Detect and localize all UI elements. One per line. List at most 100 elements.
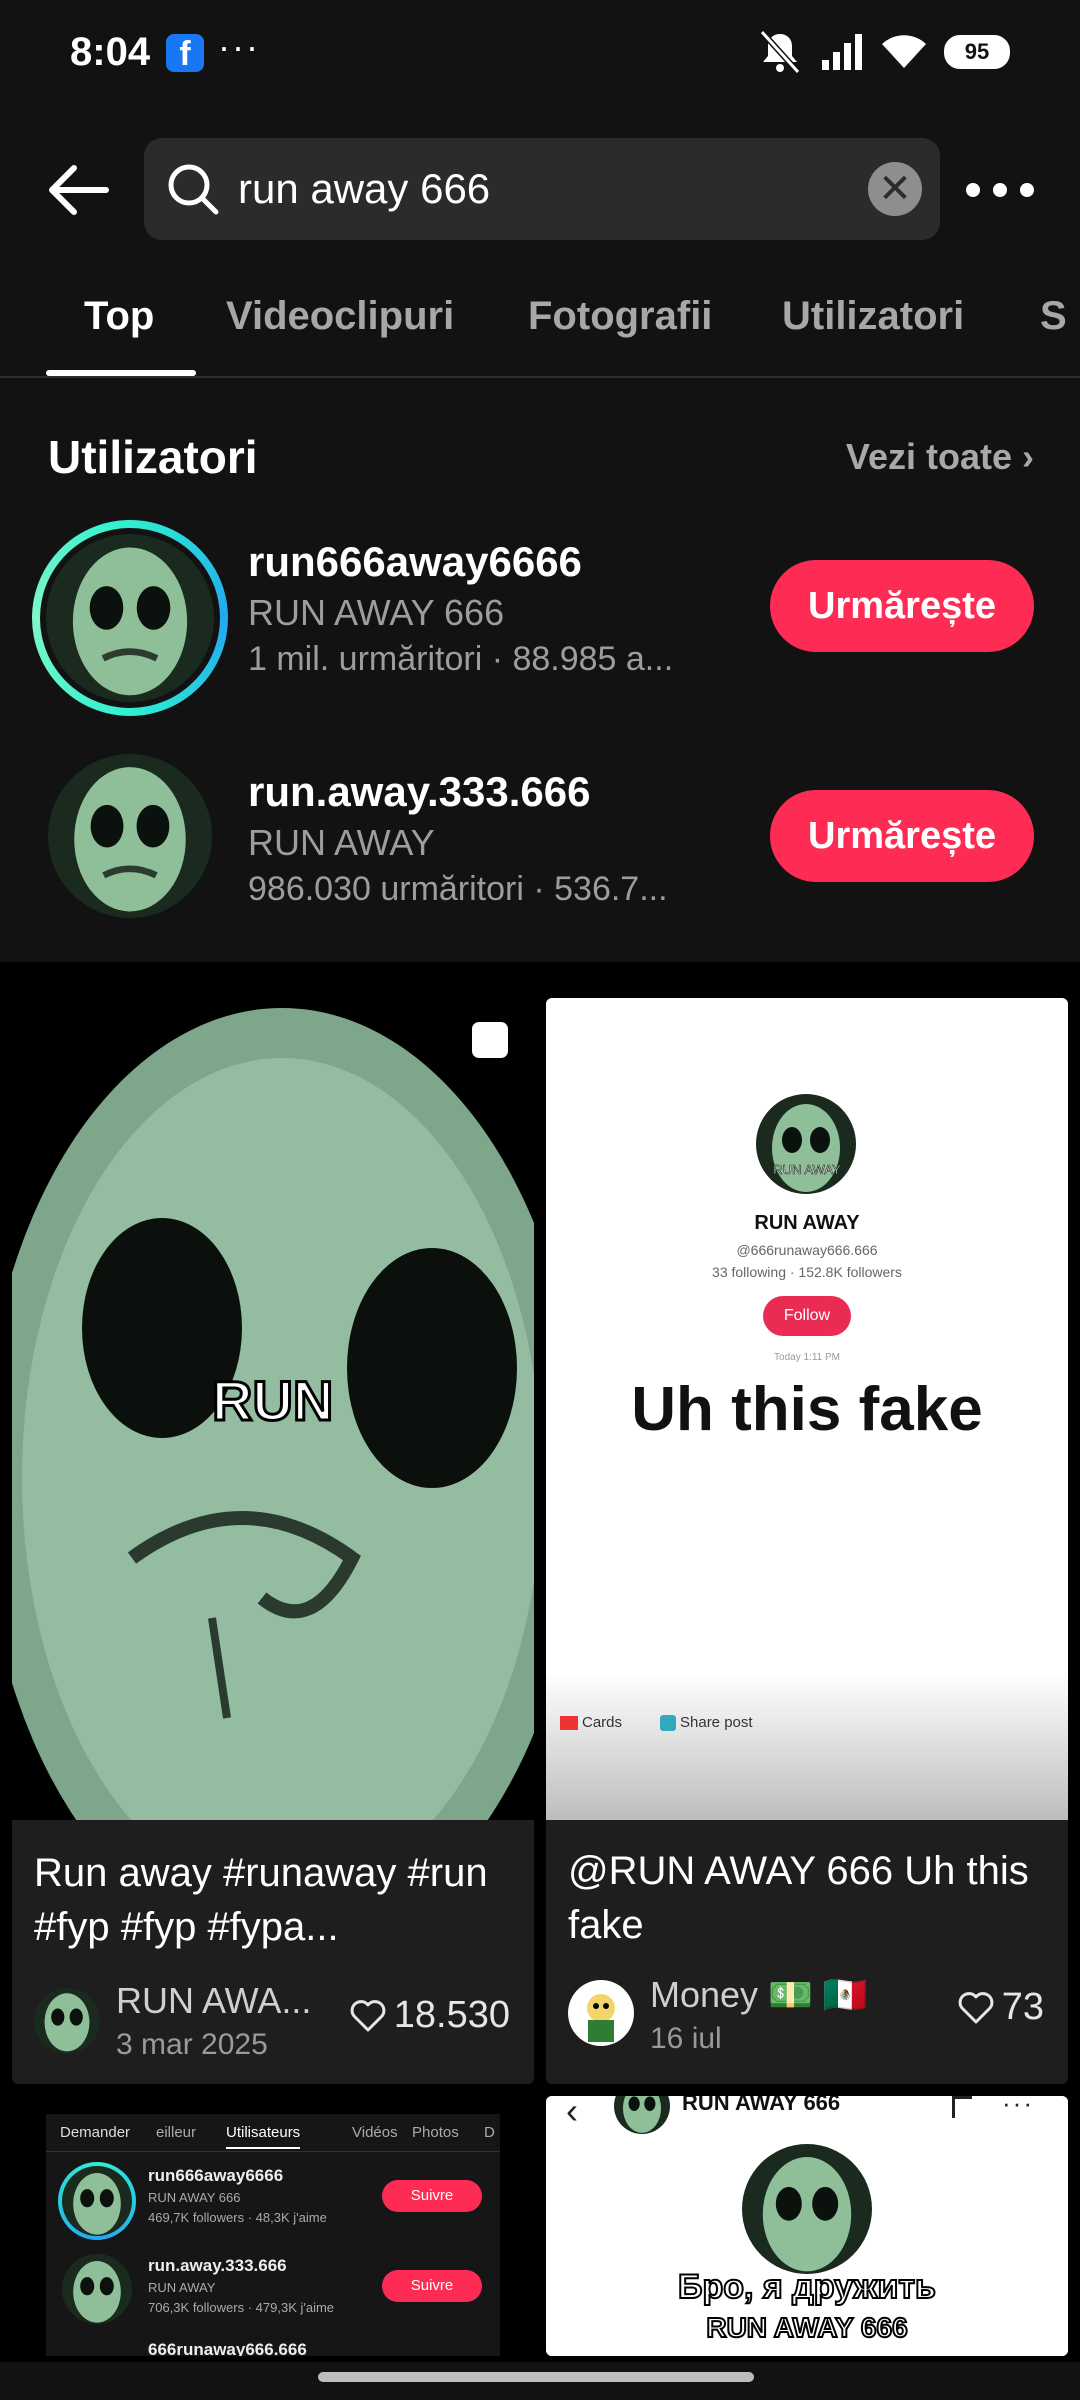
profile-avatar	[742, 2144, 872, 2274]
avatar-overlay-text: RUN AWAY	[773, 1162, 841, 1178]
post-date: 16 iul	[650, 2022, 722, 2055]
mute-icon	[759, 30, 801, 74]
search-tabs: Top Videoclipuri Fotografii Utilizatori …	[0, 280, 1080, 378]
username: run666away6666	[248, 538, 582, 585]
thumb-stats: 469,7K followers · 48,3K j'aime	[148, 2210, 327, 2225]
active-tab-indicator	[46, 370, 196, 376]
status-bar: 8:04 f ··· 95	[0, 0, 1080, 110]
video-thumbnail[interactable]: ‹ RUN AWAY 666 ··· Бро, я дружить RUN AW…	[546, 2096, 1068, 2356]
status-icons: 95	[756, 30, 1010, 74]
like-count-value: 18.530	[393, 1994, 510, 2036]
more-options-button[interactable]	[966, 150, 1034, 230]
display-name: RUN AWAY	[248, 822, 435, 863]
carousel-icon	[472, 1022, 508, 1058]
username: run.away.333.666	[248, 768, 591, 815]
home-indicator[interactable]	[318, 2372, 754, 2382]
search-icon	[168, 164, 219, 215]
see-all-link[interactable]: Vezi toate ›	[846, 436, 1034, 478]
heart-icon	[958, 1991, 994, 2023]
chevron-right-icon: ›	[1022, 436, 1034, 477]
cards-chip-icon	[560, 1716, 578, 1731]
thumbnail-tab: eilleur	[156, 2124, 197, 2141]
thumb-user-row: run666away6666 RUN AWAY 666 469,7K follo…	[46, 2162, 500, 2242]
search-input[interactable]	[238, 160, 838, 218]
author-name[interactable]: RUN AWA...	[116, 1980, 326, 2022]
thumb-subname: RUN AWAY	[148, 2280, 216, 2295]
user-row[interactable]: run.away.333.666 RUN AWAY 986.030 urmări…	[0, 750, 1080, 950]
thumb-follow-button: Suivre	[382, 2270, 482, 2302]
thumb-username: run.away.333.666	[148, 2256, 287, 2275]
profile-name: RUN AWAY	[754, 1212, 860, 1234]
heart-icon	[350, 1999, 386, 2031]
share-chip-icon	[660, 1715, 676, 1732]
see-all-label: Vezi toate	[845, 436, 1012, 477]
profile-follow-button: Follow	[763, 1296, 851, 1336]
thumbnail-tab: Demander	[60, 2124, 131, 2141]
thumb-header-title: RUN AWAY 666	[682, 2096, 841, 2115]
thumb-username: run666away6666	[148, 2166, 284, 2185]
video-overlay-text: RUN	[210, 1368, 334, 1434]
video-card[interactable]: Demander eilleur Utilisateurs Vidéos Pho…	[12, 2096, 534, 2356]
more-notifications-icon: ···	[218, 26, 260, 67]
video-overlay-text: RUN AWAY 666	[705, 2311, 908, 2344]
video-overlay-text: Бро, я дружить	[677, 2267, 937, 2307]
video-card[interactable]: RUN AWAY RUN AWAY @666runaway666.666 33 …	[546, 998, 1068, 2084]
like-count-value: 73	[1001, 1986, 1044, 2028]
tab-users[interactable]: Utilizatori	[782, 294, 964, 339]
tab-photos[interactable]: Fotografii	[528, 294, 712, 339]
video-card[interactable]: ‹ RUN AWAY 666 ··· Бро, я дружить RUN AW…	[546, 2096, 1068, 2356]
thumbnail-tab: Photos	[412, 2124, 459, 2141]
thumb-username: 666runaway666.666	[148, 2340, 307, 2356]
share-post-chip-label: Share post	[680, 1714, 753, 1731]
thumbnail-tab: D	[484, 2124, 495, 2141]
video-caption: @RUN AWAY 666 Uh this fake	[568, 1849, 1029, 1947]
users-section: Utilizatori Vezi toate › run666away6666 …	[0, 380, 1080, 960]
profile-handle: @666runaway666.666	[736, 1242, 878, 1258]
thumb-stats: 706,3K followers · 479,3K j'aime	[148, 2300, 335, 2315]
more-dot	[1020, 183, 1034, 197]
facebook-notification-icon: f	[166, 34, 204, 73]
follow-button[interactable]: Urmărește	[770, 560, 1034, 652]
video-thumbnail[interactable]: RUN AWAY RUN AWAY @666runaway666.666 33 …	[546, 998, 1068, 1820]
avatar	[62, 2254, 132, 2324]
more-icon: ···	[1002, 2096, 1034, 2118]
thumbnail-tab: Utilisateurs	[226, 2124, 301, 2149]
tab-top[interactable]: Top	[84, 294, 154, 339]
like-count: 18.530	[350, 1994, 510, 2037]
video-overlay-text: Uh this fake	[631, 1375, 983, 1444]
video-thumbnail[interactable]: RUN	[12, 998, 534, 1820]
avatar	[614, 2096, 670, 2134]
tab-videos[interactable]: Videoclipuri	[226, 294, 454, 339]
avatar-live-ring[interactable]	[32, 520, 228, 716]
user-stats: 1 mil. urmăritori · 88.985 a...	[248, 640, 674, 678]
thumbnail-tab: Vidéos	[352, 2124, 398, 2141]
wifi-icon	[882, 35, 926, 68]
search-bar[interactable]: ✕	[144, 138, 940, 240]
display-name: RUN AWAY 666	[248, 592, 505, 633]
like-count: 73	[958, 1986, 1044, 2029]
more-dot	[966, 183, 980, 197]
follow-button[interactable]: Urmărește	[770, 790, 1034, 882]
video-caption: Run away #runaway #run #fyp #fyp #fypa..…	[34, 1851, 488, 1949]
video-card[interactable]: RUN Run away #runaway #run #fyp #fyp #fy…	[12, 998, 534, 2084]
avatar[interactable]	[48, 754, 212, 918]
section-title: Utilizatori	[48, 431, 258, 483]
user-stats: 986.030 urmăritori · 536.7...	[248, 870, 668, 908]
back-button[interactable]	[44, 160, 116, 220]
author-avatar[interactable]	[568, 1980, 634, 2046]
clear-search-button[interactable]: ✕	[868, 162, 922, 216]
tab-sounds[interactable]: S	[1040, 294, 1067, 339]
post-date: 3 mar 2025	[116, 2028, 268, 2061]
cards-chip: Cards	[560, 1714, 622, 1731]
profile-avatar	[756, 1094, 856, 1194]
thumb-follow-button: Suivre	[382, 2180, 482, 2212]
flag-icon	[952, 2096, 972, 2118]
author-avatar[interactable]	[34, 1988, 100, 2054]
signal-icon	[822, 34, 862, 70]
status-time: 8:04	[70, 30, 151, 74]
user-row[interactable]: run666away6666 RUN AWAY 666 1 mil. urmăr…	[0, 520, 1080, 720]
avatar	[46, 534, 214, 702]
video-thumbnail[interactable]: Demander eilleur Utilisateurs Vidéos Pho…	[46, 2114, 500, 2356]
video-grid: RUN Run away #runaway #run #fyp #fyp #fy…	[0, 962, 1080, 2362]
author-name[interactable]: Money 💵 🇲🇽	[650, 1974, 890, 2016]
